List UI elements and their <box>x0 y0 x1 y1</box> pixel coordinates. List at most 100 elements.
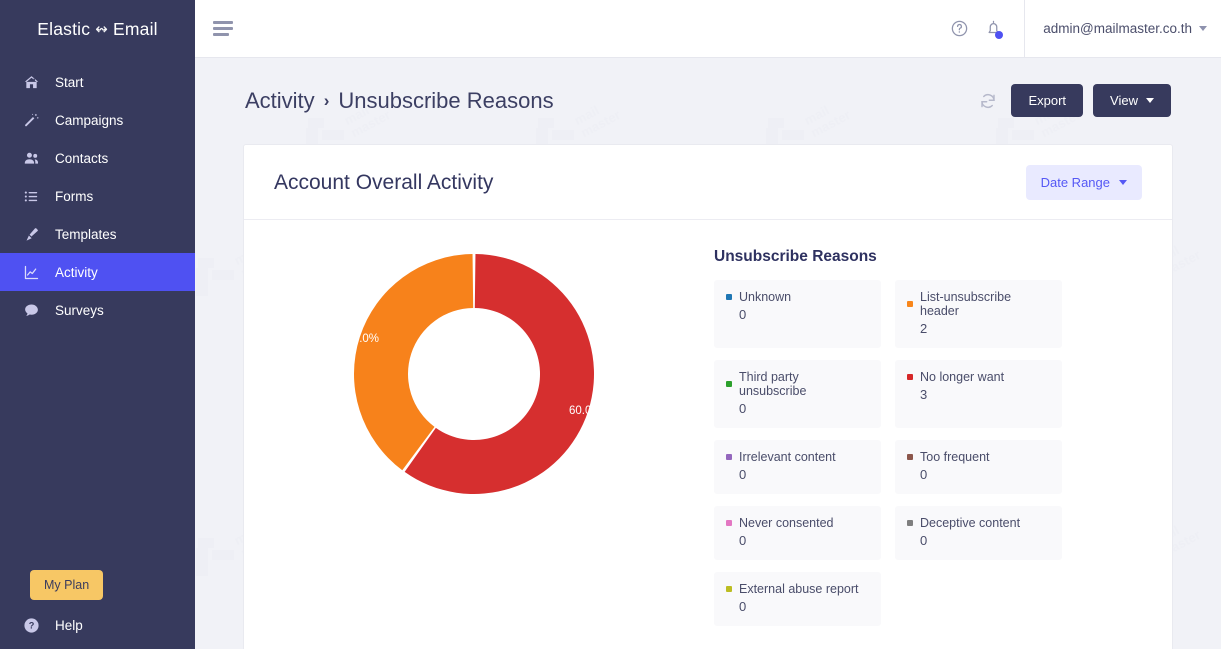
refresh-icon[interactable] <box>975 88 1001 114</box>
user-email: admin@mailmaster.co.th <box>1043 21 1192 36</box>
reason-cell: Too frequent 0 <box>895 440 1062 494</box>
reason-header: Irrelevant content <box>726 450 869 464</box>
sidebar-item-campaigns[interactable]: Campaigns <box>0 101 195 139</box>
reason-header: External abuse report <box>726 582 869 596</box>
legend-dot-icon <box>726 586 732 592</box>
reason-header: Unknown <box>726 290 869 304</box>
reasons-grid: Unknown 0 List-unsubscribe header 2 Third pa… <box>714 280 1062 626</box>
reason-label: No longer want <box>920 370 1005 384</box>
reason-value: 2 <box>920 321 928 336</box>
list-icon <box>22 187 41 206</box>
bell-icon[interactable] <box>976 12 1010 46</box>
chevron-down-icon <box>1199 26 1207 31</box>
main-area: admin@mailmaster.co.th Activity › Unsubs… <box>195 0 1221 649</box>
reason-cell: List-unsubscribe header 2 <box>895 280 1062 348</box>
help-label: Help <box>55 618 83 633</box>
breadcrumb-root[interactable]: Activity <box>245 88 315 114</box>
reason-label: Irrelevant content <box>739 450 836 464</box>
topbar: admin@mailmaster.co.th <box>195 0 1221 58</box>
link-glyph-icon: ↭ <box>95 21 108 38</box>
user-menu[interactable]: admin@mailmaster.co.th <box>1024 0 1221 58</box>
reason-cell: No longer want 3 <box>895 360 1062 428</box>
sidebar-item-surveys[interactable]: Surveys <box>0 291 195 329</box>
view-label: View <box>1110 93 1138 108</box>
reason-header: Too frequent <box>907 450 1050 464</box>
sidebar-item-label: Surveys <box>55 302 104 318</box>
export-button[interactable]: Export <box>1011 84 1084 117</box>
reason-value: 0 <box>739 401 747 416</box>
sidebar-item-activity[interactable]: Activity <box>0 253 195 291</box>
reason-cell: Never consented 0 <box>714 506 881 560</box>
topbar-right: admin@mailmaster.co.th <box>942 0 1221 58</box>
legend-dot-icon <box>726 381 732 387</box>
breadcrumb: Activity › Unsubscribe Reasons <box>245 88 554 114</box>
brush-icon <box>22 225 41 244</box>
breadcrumb-separator-icon: › <box>323 90 330 110</box>
sidebar-item-forms[interactable]: Forms <box>0 177 195 215</box>
chevron-down-icon <box>1146 98 1154 103</box>
app-root: mailmastermailmastermailmastermailmaster… <box>0 0 1221 649</box>
comment-icon <box>22 301 41 320</box>
reason-value: 0 <box>739 599 747 614</box>
reason-cell: Irrelevant content 0 <box>714 440 881 494</box>
reason-label: External abuse report <box>739 582 859 596</box>
reason-label: Never consented <box>739 516 834 530</box>
sidebar-item-label: Contacts <box>55 150 109 166</box>
reason-label: Unknown <box>739 290 792 304</box>
sidebar-nav: Start Campaigns Contacts Forms Templates Acti… <box>0 63 195 329</box>
reason-cell: External abuse report 0 <box>714 572 881 626</box>
reason-cell: Deceptive content 0 <box>895 506 1062 560</box>
brand-name-left: Elastic <box>37 18 91 39</box>
brand-logo[interactable]: Elastic ↭ Email <box>0 0 195 58</box>
magic-wand-icon <box>22 111 41 130</box>
reason-label: Third party unsubscribe <box>739 370 807 398</box>
my-plan-wrap: My Plan <box>0 570 195 616</box>
reason-label: Too frequent <box>920 450 990 464</box>
reason-label: List-unsubscribe header <box>920 290 1012 318</box>
chevron-down-icon <box>1119 180 1127 185</box>
card-title: Account Overall Activity <box>274 170 494 194</box>
my-plan-button[interactable]: My Plan <box>30 570 104 600</box>
sidebar-item-start[interactable]: Start <box>0 63 195 101</box>
sidebar-item-label: Forms <box>55 188 94 204</box>
reason-cell: Unknown 0 <box>714 280 881 348</box>
question-circle-icon: ? <box>22 616 41 635</box>
reason-value: 3 <box>920 387 928 402</box>
sidebar-item-contacts[interactable]: Contacts <box>0 139 195 177</box>
notification-dot <box>995 30 1004 39</box>
legend-dot-icon <box>907 374 913 380</box>
page-actions: Export View <box>975 84 1171 117</box>
reason-header: No longer want <box>907 370 1050 384</box>
card-header: Account Overall Activity Date Range <box>244 145 1172 220</box>
legend-dot-icon <box>726 454 732 460</box>
page-header: Activity › Unsubscribe Reasons Export Vi… <box>195 58 1221 117</box>
donut-chart-svg: 60.0% 40.0% <box>346 254 602 494</box>
reason-header: Deceptive content <box>907 516 1050 530</box>
sidebar-item-templates[interactable]: Templates <box>0 215 195 253</box>
home-icon <box>22 73 41 92</box>
reasons-title: Unsubscribe Reasons <box>714 248 877 265</box>
svg-text:?: ? <box>29 621 35 631</box>
sidebar-item-label: Templates <box>55 226 117 242</box>
reason-value: 0 <box>920 533 928 548</box>
reason-value: 0 <box>739 467 747 482</box>
donut-slice-label: 60.0% <box>569 405 602 417</box>
date-range-label: Date Range <box>1040 175 1110 190</box>
view-button[interactable]: View <box>1093 84 1171 117</box>
question-circle-icon[interactable] <box>942 12 976 46</box>
reason-header: List-unsubscribe header <box>907 290 1050 318</box>
reasons-panel: Unsubscribe Reasons Unknown 0 List-unsubsc… <box>704 230 1172 626</box>
reason-header: Never consented <box>726 516 869 530</box>
brand-name-right: Email <box>112 18 158 39</box>
hamburger-icon[interactable] <box>213 21 233 36</box>
sidebar-item-help[interactable]: ? Help <box>0 616 195 649</box>
legend-dot-icon <box>726 520 732 526</box>
legend-dot-icon <box>907 301 913 307</box>
export-label: Export <box>1028 93 1067 108</box>
page-title: Unsubscribe Reasons <box>338 87 554 113</box>
donut-slice-label: 40.0% <box>346 333 379 345</box>
reason-cell-placeholder <box>895 572 1062 626</box>
date-range-button[interactable]: Date Range <box>1025 165 1142 200</box>
reason-value: 0 <box>739 533 747 548</box>
